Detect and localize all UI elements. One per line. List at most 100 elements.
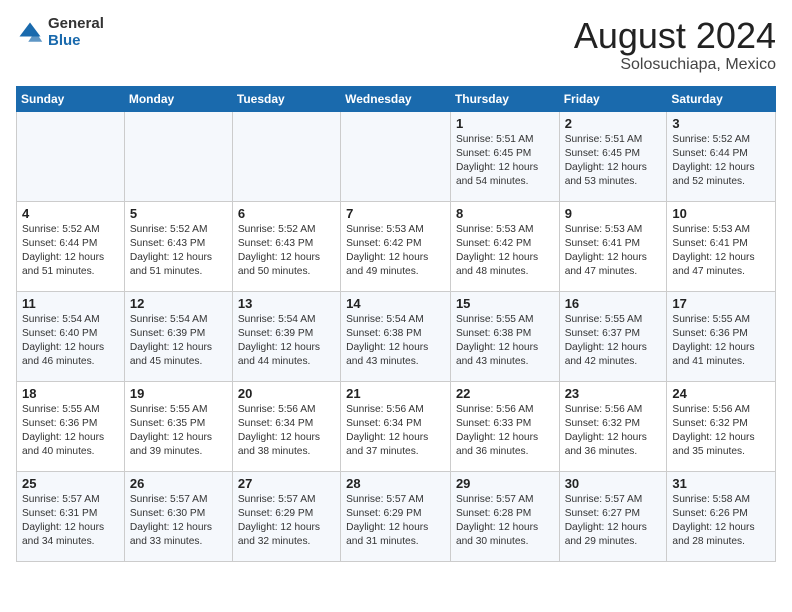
calendar-cell: 29Sunrise: 5:57 AMSunset: 6:28 PMDayligh… [450, 471, 559, 561]
day-info: Sunrise: 5:57 AMSunset: 6:29 PMDaylight:… [238, 493, 335, 550]
calendar-cell: 8 Sunrise: 5:53 AMSunset: 6:42 PMDaylight… [450, 201, 559, 291]
calendar-week-2: 4 Sunrise: 5:52 AMSunset: 6:44 PMDaylight… [17, 201, 776, 291]
day-number: 31 [672, 476, 770, 491]
header-row: Sunday Monday Tuesday Wednesday Thursday… [17, 86, 776, 111]
calendar-cell: 30 Sunrise: 5:57 AMSunset: 6:27 PMDayligh… [559, 471, 667, 561]
logo: General Blue [16, 16, 104, 49]
day-info: Sunrise: 5:57 AMSunset: 6:28 PMDaylight:… [456, 493, 554, 550]
day-number: 20 [238, 386, 335, 401]
day-number: 2 [565, 116, 662, 131]
day-number: 12 [130, 296, 227, 311]
logo-icon [16, 19, 44, 47]
logo-general: General [48, 16, 104, 33]
calendar-week-1: 1 Sunrise: 5:51 AMSunset: 6:45 PMDaylight… [17, 111, 776, 201]
day-number: 14 [346, 296, 445, 311]
calendar-week-4: 18 Sunrise: 5:55 AMSunset: 6:36 PMDayligh… [17, 381, 776, 471]
calendar-cell: 20 Sunrise: 5:56 AMSunset: 6:34 PMDayligh… [232, 381, 340, 471]
day-info: Sunrise: 5:55 AMSunset: 6:35 PMDaylight:… [130, 403, 227, 460]
day-number: 13 [238, 296, 335, 311]
day-number: 10 [672, 206, 770, 221]
day-info: Sunrise: 5:56 AMSunset: 6:32 PMDaylight:… [672, 403, 770, 460]
calendar-cell: 13Sunrise: 5:54 AMSunset: 6:39 PMDayligh… [232, 291, 340, 381]
day-number: 21 [346, 386, 445, 401]
day-info: Sunrise: 5:54 AMSunset: 6:38 PMDaylight:… [346, 313, 445, 370]
calendar-cell: 27 Sunrise: 5:57 AMSunset: 6:29 PMDayligh… [232, 471, 340, 561]
calendar-cell: 28 Sunrise: 5:57 AMSunset: 6:29 PMDayligh… [341, 471, 451, 561]
day-info: Sunrise: 5:57 AMSunset: 6:27 PMDaylight:… [565, 493, 662, 550]
day-number: 9 [565, 206, 662, 221]
calendar-cell: 10 Sunrise: 5:53 AMSunset: 6:41 PMDayligh… [667, 201, 776, 291]
day-info: Sunrise: 5:56 AMSunset: 6:34 PMDaylight:… [238, 403, 335, 460]
day-number: 17 [672, 296, 770, 311]
day-info: Sunrise: 5:55 AMSunset: 6:36 PMDaylight:… [22, 403, 119, 460]
day-info: Sunrise: 5:53 AMSunset: 6:41 PMDaylight:… [672, 223, 770, 280]
col-tuesday: Tuesday [232, 86, 340, 111]
day-info: Sunrise: 5:53 AMSunset: 6:42 PMDaylight:… [346, 223, 445, 280]
calendar-cell: 4 Sunrise: 5:52 AMSunset: 6:44 PMDaylight… [17, 201, 125, 291]
calendar-cell [124, 111, 232, 201]
day-number: 5 [130, 206, 227, 221]
day-number: 23 [565, 386, 662, 401]
day-number: 22 [456, 386, 554, 401]
day-number: 18 [22, 386, 119, 401]
calendar-cell [341, 111, 451, 201]
calendar-week-3: 11Sunrise: 5:54 AMSunset: 6:40 PMDayligh… [17, 291, 776, 381]
calendar-cell: 5 Sunrise: 5:52 AMSunset: 6:43 PMDaylight… [124, 201, 232, 291]
day-info: Sunrise: 5:57 AMSunset: 6:31 PMDaylight:… [22, 493, 119, 550]
day-info: Sunrise: 5:56 AMSunset: 6:32 PMDaylight:… [565, 403, 662, 460]
day-number: 28 [346, 476, 445, 491]
day-number: 1 [456, 116, 554, 131]
day-number: 6 [238, 206, 335, 221]
day-number: 16 [565, 296, 662, 311]
day-info: Sunrise: 5:57 AMSunset: 6:29 PMDaylight:… [346, 493, 445, 550]
calendar-cell: 22Sunrise: 5:56 AMSunset: 6:33 PMDayligh… [450, 381, 559, 471]
day-info: Sunrise: 5:55 AMSunset: 6:37 PMDaylight:… [565, 313, 662, 370]
col-thursday: Thursday [450, 86, 559, 111]
calendar-cell: 26Sunrise: 5:57 AMSunset: 6:30 PMDayligh… [124, 471, 232, 561]
day-number: 4 [22, 206, 119, 221]
calendar-cell: 15Sunrise: 5:55 AMSunset: 6:38 PMDayligh… [450, 291, 559, 381]
page-header: General Blue August 2024 Solosuchiapa, M… [16, 16, 776, 74]
col-saturday: Saturday [667, 86, 776, 111]
calendar-cell: 17 Sunrise: 5:55 AMSunset: 6:36 PMDayligh… [667, 291, 776, 381]
calendar-cell: 6 Sunrise: 5:52 AMSunset: 6:43 PMDaylight… [232, 201, 340, 291]
day-info: Sunrise: 5:52 AMSunset: 6:43 PMDaylight:… [130, 223, 227, 280]
calendar-cell: 18 Sunrise: 5:55 AMSunset: 6:36 PMDayligh… [17, 381, 125, 471]
day-number: 24 [672, 386, 770, 401]
day-info: Sunrise: 5:58 AMSunset: 6:26 PMDaylight:… [672, 493, 770, 550]
day-info: Sunrise: 5:55 AMSunset: 6:36 PMDaylight:… [672, 313, 770, 370]
col-wednesday: Wednesday [341, 86, 451, 111]
day-info: Sunrise: 5:53 AMSunset: 6:41 PMDaylight:… [565, 223, 662, 280]
day-number: 3 [672, 116, 770, 131]
calendar-cell: 7Sunrise: 5:53 AMSunset: 6:42 PMDaylight… [341, 201, 451, 291]
calendar-cell: 1 Sunrise: 5:51 AMSunset: 6:45 PMDaylight… [450, 111, 559, 201]
month-title: August 2024 [574, 16, 776, 56]
day-info: Sunrise: 5:51 AMSunset: 6:45 PMDaylight:… [456, 133, 554, 190]
logo-blue: Blue [48, 33, 104, 50]
day-info: Sunrise: 5:52 AMSunset: 6:43 PMDaylight:… [238, 223, 335, 280]
calendar-header: Sunday Monday Tuesday Wednesday Thursday… [17, 86, 776, 111]
day-info: Sunrise: 5:55 AMSunset: 6:38 PMDaylight:… [456, 313, 554, 370]
calendar-cell: 3Sunrise: 5:52 AMSunset: 6:44 PMDaylight… [667, 111, 776, 201]
day-number: 30 [565, 476, 662, 491]
calendar-cell: 16 Sunrise: 5:55 AMSunset: 6:37 PMDayligh… [559, 291, 667, 381]
day-number: 19 [130, 386, 227, 401]
day-info: Sunrise: 5:54 AMSunset: 6:39 PMDaylight:… [130, 313, 227, 370]
col-friday: Friday [559, 86, 667, 111]
logo-text: General Blue [48, 16, 104, 49]
day-number: 27 [238, 476, 335, 491]
day-info: Sunrise: 5:56 AMSunset: 6:34 PMDaylight:… [346, 403, 445, 460]
calendar-cell: 23 Sunrise: 5:56 AMSunset: 6:32 PMDayligh… [559, 381, 667, 471]
calendar-cell: 2Sunrise: 5:51 AMSunset: 6:45 PMDaylight… [559, 111, 667, 201]
calendar-cell: 21 Sunrise: 5:56 AMSunset: 6:34 PMDayligh… [341, 381, 451, 471]
calendar-cell: 14 Sunrise: 5:54 AMSunset: 6:38 PMDayligh… [341, 291, 451, 381]
calendar-cell: 9 Sunrise: 5:53 AMSunset: 6:41 PMDaylight… [559, 201, 667, 291]
day-info: Sunrise: 5:52 AMSunset: 6:44 PMDaylight:… [22, 223, 119, 280]
col-sunday: Sunday [17, 86, 125, 111]
calendar-cell: 31 Sunrise: 5:58 AMSunset: 6:26 PMDayligh… [667, 471, 776, 561]
calendar-cell: 24 Sunrise: 5:56 AMSunset: 6:32 PMDayligh… [667, 381, 776, 471]
day-info: Sunrise: 5:57 AMSunset: 6:30 PMDaylight:… [130, 493, 227, 550]
day-info: Sunrise: 5:53 AMSunset: 6:42 PMDaylight:… [456, 223, 554, 280]
calendar-table: Sunday Monday Tuesday Wednesday Thursday… [16, 86, 776, 562]
day-number: 8 [456, 206, 554, 221]
